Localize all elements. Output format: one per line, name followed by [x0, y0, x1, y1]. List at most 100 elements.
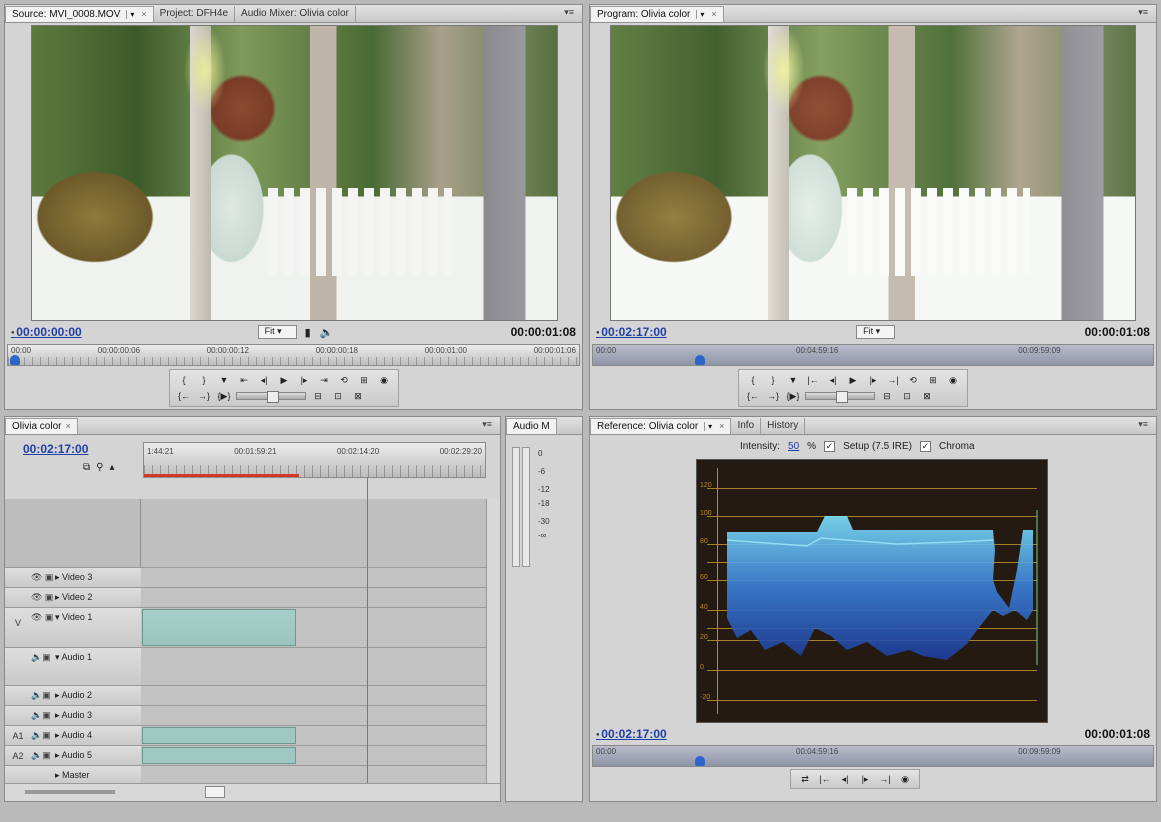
tab-timeline[interactable]: Olivia color ×	[5, 417, 78, 434]
work-area-bar[interactable]	[144, 474, 299, 477]
track-header-audio5[interactable]: A2 🔈▣ ▸ Audio 5	[5, 745, 141, 765]
goto-next-edit-icon[interactable]: →|	[877, 772, 893, 786]
panel-menu-icon[interactable]: ▾≡	[564, 7, 574, 18]
tab-program[interactable]: Program: Olivia color ▾ ×	[590, 5, 724, 22]
film-icon[interactable]: ▮	[300, 325, 316, 339]
timeline-current-timecode[interactable]: 00:02:17:00	[23, 442, 88, 456]
intensity-value[interactable]: 50	[788, 441, 799, 452]
tab-info[interactable]: Info	[731, 417, 762, 434]
audio-clip[interactable]	[142, 727, 296, 744]
eye-icon[interactable]: 👁 ▣	[31, 572, 55, 583]
current-time-indicator[interactable]	[367, 567, 368, 785]
track-header-video3[interactable]: 👁 ▣ ▸ Video 3	[5, 567, 141, 587]
output-icon[interactable]: ◉	[897, 772, 913, 786]
close-icon[interactable]: ×	[65, 421, 70, 431]
tab-history[interactable]: History	[761, 417, 806, 434]
mark-out-icon[interactable]: }	[196, 373, 212, 387]
tab-project[interactable]: Project: DFH4e	[154, 5, 236, 22]
speaker-icon[interactable]: 🔈▣	[31, 750, 55, 761]
speaker-icon[interactable]: 🔈▣	[31, 730, 55, 741]
track-header-audio2[interactable]: 🔈▣ ▸ Audio 2	[5, 685, 141, 705]
step-back-icon[interactable]: ◂|	[256, 373, 272, 387]
loop-icon[interactable]: ⟲	[905, 373, 921, 387]
play-in-to-out-icon[interactable]: {▶}	[785, 389, 801, 403]
tab-source[interactable]: Source: MVI_0008.MOV ▾ ×	[5, 5, 154, 22]
panel-menu-icon[interactable]: ▾≡	[1138, 7, 1148, 18]
goto-out-point-icon[interactable]: →}	[196, 389, 212, 403]
playhead-icon[interactable]	[10, 355, 20, 365]
source-current-timecode[interactable]: 00:00:00:00	[11, 325, 81, 339]
close-icon[interactable]: ×	[141, 9, 146, 19]
safe-margins-icon[interactable]: ⊞	[925, 373, 941, 387]
chevron-down-icon[interactable]: ▾	[126, 9, 137, 19]
lift-icon[interactable]: ⊟	[879, 389, 895, 403]
step-forward-icon[interactable]: |▸	[296, 373, 312, 387]
scroll-thumb[interactable]	[205, 786, 225, 798]
chroma-checkbox[interactable]: ✓	[919, 441, 931, 452]
extract-icon[interactable]: ⊡	[899, 389, 915, 403]
speaker-icon[interactable]: 🔈▣	[31, 710, 55, 721]
shuttle-slider[interactable]	[236, 391, 306, 403]
export-frame-icon[interactable]: ⊠	[350, 389, 366, 403]
zoom-slider[interactable]	[25, 790, 115, 794]
insert-icon[interactable]: ⊟	[310, 389, 326, 403]
lock-icon[interactable]: ▴	[109, 462, 114, 473]
shuttle-slider[interactable]	[805, 391, 875, 403]
snap-icon[interactable]: ⧉	[83, 462, 90, 473]
video-clip[interactable]	[142, 609, 296, 646]
step-back-icon[interactable]: ◂|	[837, 772, 853, 786]
step-forward-icon[interactable]: |▸	[857, 772, 873, 786]
speaker-icon[interactable]: 🔈	[319, 325, 335, 339]
mark-in-icon[interactable]: {	[745, 373, 761, 387]
output-icon[interactable]: ◉	[945, 373, 961, 387]
gang-to-program-icon[interactable]: ⇄	[797, 772, 813, 786]
chevron-down-icon[interactable]: ▾	[696, 9, 707, 19]
program-current-timecode[interactable]: 00:02:17:00	[596, 325, 666, 339]
horizontal-scrollbar[interactable]	[5, 783, 500, 801]
eye-icon[interactable]: 👁 ▣	[31, 592, 55, 603]
loop-icon[interactable]: ⟲	[336, 373, 352, 387]
mark-out-icon[interactable]: }	[765, 373, 781, 387]
source-time-ruler[interactable]: 00:00 00:00:00:06 00:00:00:12 00:00:00:1…	[7, 344, 580, 366]
panel-menu-icon[interactable]: ▾≡	[482, 419, 492, 430]
output-icon[interactable]: ◉	[376, 373, 392, 387]
play-in-to-out-icon[interactable]: {▶}	[216, 389, 232, 403]
goto-out-point-icon[interactable]: →}	[765, 389, 781, 403]
goto-previous-edit-icon[interactable]: |←	[817, 772, 833, 786]
track-header-audio3[interactable]: 🔈▣ ▸ Audio 3	[5, 705, 141, 725]
reference-current-timecode[interactable]: 00:02:17:00	[596, 727, 666, 741]
track-header-video2[interactable]: 👁 ▣ ▸ Video 2	[5, 587, 141, 607]
track-header-video1[interactable]: V 👁 ▣ ▾ Video 1	[5, 607, 141, 647]
playhead-icon[interactable]	[695, 756, 705, 766]
timeline-time-ruler[interactable]: 1:44:21 00:01:59:21 00:02:14:20 00:02:29…	[143, 442, 486, 478]
tab-reference[interactable]: Reference: Olivia color ▾ ×	[590, 417, 732, 434]
goto-in-point-icon[interactable]: {←	[176, 389, 192, 403]
panel-menu-icon[interactable]: ▾≡	[1138, 419, 1148, 430]
marker-icon[interactable]: ⚲	[96, 462, 103, 473]
track-header-audio4[interactable]: A1 🔈▣ ▸ Audio 4	[5, 725, 141, 745]
step-back-icon[interactable]: ◂|	[825, 373, 841, 387]
audio-clip[interactable]	[142, 747, 296, 764]
goto-out-icon[interactable]: ⇥	[316, 373, 332, 387]
goto-in-icon[interactable]: ⇤	[236, 373, 252, 387]
goto-previous-edit-icon[interactable]: |←	[805, 373, 821, 387]
overlay-icon[interactable]: ⊡	[330, 389, 346, 403]
playhead-icon[interactable]	[695, 355, 705, 365]
step-forward-icon[interactable]: |▸	[865, 373, 881, 387]
program-fit-select[interactable]: Fit ▾	[856, 325, 896, 339]
reference-time-ruler[interactable]: 00:00 00:04:59:16 00:09:59:09	[592, 745, 1154, 767]
track-header-master[interactable]: ▸ Master	[5, 765, 141, 785]
safe-margins-icon[interactable]: ⊞	[356, 373, 372, 387]
play-icon[interactable]: ▶	[276, 373, 292, 387]
trim-icon[interactable]: ⊠	[919, 389, 935, 403]
tab-audio-mixer[interactable]: Audio Mixer: Olivia color	[235, 5, 356, 22]
program-time-ruler[interactable]: 00:00 00:04:59:16 00:09:59:09	[592, 344, 1154, 366]
eye-icon[interactable]: 👁 ▣	[31, 612, 55, 623]
speaker-icon[interactable]: 🔈▣	[31, 652, 55, 663]
chevron-down-icon[interactable]: ▾	[704, 421, 715, 431]
close-icon[interactable]: ×	[711, 9, 716, 19]
setup-checkbox[interactable]: ✓	[824, 441, 836, 452]
speaker-icon[interactable]: 🔈▣	[31, 690, 55, 701]
mark-in-icon[interactable]: {	[176, 373, 192, 387]
goto-next-edit-icon[interactable]: →|	[885, 373, 901, 387]
